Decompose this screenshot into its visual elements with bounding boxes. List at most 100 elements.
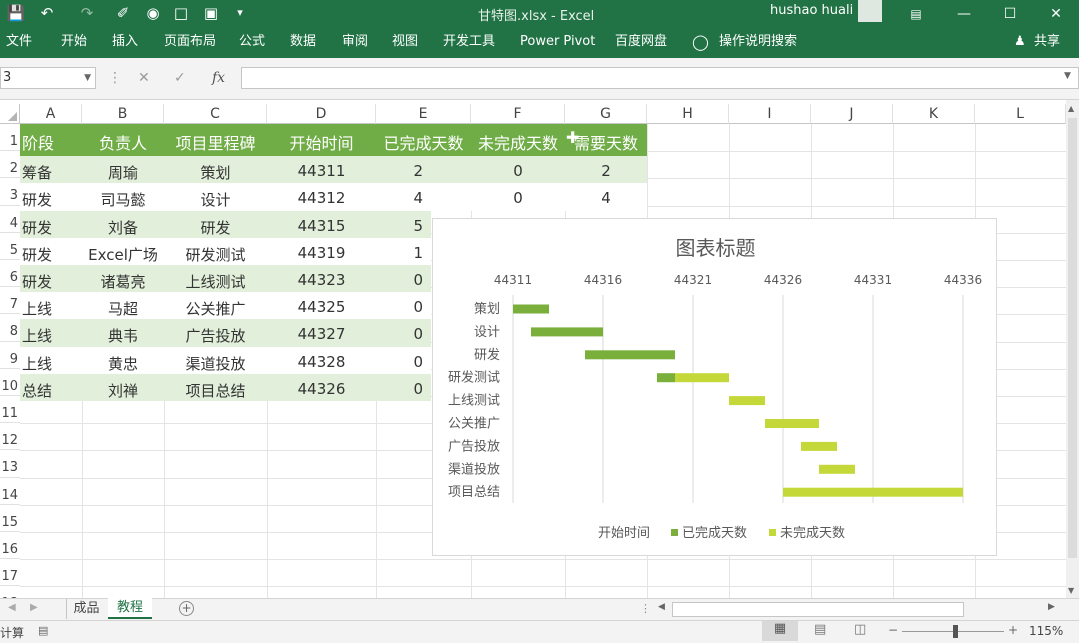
tab-developer[interactable]: 开发工具: [443, 28, 495, 58]
page-break-view-icon[interactable]: ◫: [854, 622, 866, 637]
tell-me-search[interactable]: 操作说明搜索: [719, 28, 797, 58]
table-cell[interactable]: 44323: [267, 271, 376, 289]
table-cell[interactable]: 典韦: [82, 325, 164, 346]
zoom-slider-thumb[interactable]: [953, 625, 958, 638]
avatar[interactable]: [858, 0, 882, 22]
table-cell[interactable]: 公关推广: [164, 298, 267, 319]
row-header[interactable]: 9: [0, 341, 20, 369]
row-header[interactable]: 17: [0, 559, 20, 587]
sheet-tab-chengpin[interactable]: 成品: [66, 599, 106, 619]
redo-icon[interactable]: ↷: [76, 2, 98, 24]
format-painter-icon[interactable]: ✐: [112, 2, 134, 24]
table-cell[interactable]: 44326: [267, 380, 376, 398]
vertical-scroll-thumb[interactable]: [1068, 118, 1077, 558]
row-header[interactable]: 8: [0, 314, 20, 342]
table-cell[interactable]: 研发: [22, 271, 84, 292]
table-header-cell[interactable]: 开始时间: [267, 130, 376, 154]
table-cell[interactable]: 44325: [267, 298, 376, 316]
share-icon[interactable]: ♟: [1014, 28, 1026, 58]
table-cell[interactable]: 4: [565, 189, 647, 207]
scroll-up-icon[interactable]: ▲: [1068, 104, 1074, 113]
save-icon[interactable]: 💾: [6, 2, 26, 24]
table-cell[interactable]: 上线测试: [164, 271, 267, 292]
zoom-in-icon[interactable]: +: [1008, 623, 1018, 637]
row-header[interactable]: 5: [0, 232, 20, 260]
table-cell[interactable]: 策划: [164, 162, 267, 183]
table-cell[interactable]: 刘禅: [82, 380, 164, 401]
table-cell[interactable]: 0: [471, 162, 565, 180]
table-cell[interactable]: 上线: [22, 298, 84, 319]
table-cell[interactable]: 44328: [267, 353, 376, 371]
row-header[interactable]: 4: [0, 205, 20, 233]
column-header[interactable]: L: [975, 104, 1066, 124]
table-cell[interactable]: 总结: [22, 380, 84, 401]
tab-formulas[interactable]: 公式: [239, 28, 265, 58]
scroll-right-icon[interactable]: ▶: [1048, 602, 1055, 612]
table-cell[interactable]: 5: [376, 217, 423, 235]
share-button[interactable]: 共享: [1034, 28, 1060, 58]
gantt-chart[interactable]: 图表标题 44311 44316 44321 44326 44331 44336 策划 设计研…: [432, 218, 997, 556]
table-cell[interactable]: 2: [565, 162, 647, 180]
tab-power-pivot[interactable]: Power Pivot: [520, 28, 595, 58]
table-cell[interactable]: 1: [376, 244, 423, 262]
column-header[interactable]: C: [164, 104, 267, 124]
close-icon[interactable]: ✕: [1033, 0, 1079, 28]
screenshot-icon[interactable]: □: [170, 2, 192, 24]
row-header[interactable]: 16: [0, 532, 20, 560]
table-cell[interactable]: 诸葛亮: [82, 271, 164, 292]
scroll-down-icon[interactable]: ▼: [1068, 586, 1074, 595]
row-header[interactable]: 14: [0, 477, 20, 505]
undo-icon[interactable]: ↶: [36, 2, 58, 24]
table-cell[interactable]: 研发: [22, 189, 84, 210]
tab-review[interactable]: 审阅: [342, 28, 368, 58]
row-header[interactable]: 10: [0, 368, 20, 396]
row-header[interactable]: 18: [0, 586, 20, 598]
row-header[interactable]: 15: [0, 504, 20, 532]
table-cell[interactable]: Excel广场: [82, 244, 164, 265]
row-header[interactable]: 2: [0, 151, 20, 179]
table-cell[interactable]: 马超: [82, 298, 164, 319]
table-cell[interactable]: 研发: [22, 244, 84, 265]
sheet-tab-jiaocheng[interactable]: 教程: [108, 598, 152, 619]
row-header[interactable]: 7: [0, 287, 20, 315]
table-cell[interactable]: 周瑜: [82, 162, 164, 183]
column-header[interactable]: D: [267, 104, 376, 124]
camera-icon[interactable]: ◉: [142, 2, 164, 24]
table-cell[interactable]: 研发测试: [164, 244, 267, 265]
next-sheet-icon[interactable]: ▶: [30, 602, 38, 613]
column-header[interactable]: A: [20, 104, 82, 124]
ribbon-display-icon[interactable]: ▤: [893, 0, 939, 28]
row-header[interactable]: 1: [0, 124, 20, 152]
column-header[interactable]: K: [893, 104, 975, 124]
table-cell[interactable]: 黄忠: [82, 353, 164, 374]
tab-home[interactable]: 开始: [61, 28, 87, 58]
table-cell[interactable]: 0: [376, 298, 423, 316]
table-header-cell[interactable]: 负责人: [82, 130, 164, 154]
column-header[interactable]: G: [565, 104, 647, 124]
row-header[interactable]: 3: [0, 178, 20, 206]
table-header-cell[interactable]: 已完成天数: [376, 130, 471, 154]
macro-record-icon[interactable]: ▤: [38, 624, 48, 637]
column-header[interactable]: H: [647, 104, 729, 124]
enter-icon[interactable]: ✓: [174, 70, 186, 86]
table-cell[interactable]: 0: [376, 325, 423, 343]
table-cell[interactable]: 44312: [267, 189, 376, 207]
formula-input[interactable]: [241, 67, 1079, 89]
table-cell[interactable]: 44327: [267, 325, 376, 343]
vertical-scrollbar[interactable]: ▲ ▼: [1066, 100, 1079, 598]
table-cell[interactable]: 设计: [164, 189, 267, 210]
column-header[interactable]: J: [811, 104, 893, 124]
table-cell[interactable]: 上线: [22, 353, 84, 374]
name-box[interactable]: 3 ▼: [0, 67, 96, 89]
table-cell[interactable]: 44311: [267, 162, 376, 180]
select-all-corner[interactable]: [0, 104, 20, 124]
tab-page-layout[interactable]: 页面布局: [164, 28, 216, 58]
horizontal-scroll-thumb[interactable]: [672, 602, 964, 617]
table-header-cell[interactable]: 阶段: [22, 130, 84, 154]
column-header[interactable]: I: [729, 104, 811, 124]
maximize-icon[interactable]: ☐: [987, 0, 1033, 28]
row-header[interactable]: 13: [0, 450, 20, 478]
cancel-icon[interactable]: ✕: [138, 70, 150, 86]
table-header-cell[interactable]: 项目里程碑: [164, 130, 267, 154]
minimize-icon[interactable]: —: [941, 0, 987, 28]
